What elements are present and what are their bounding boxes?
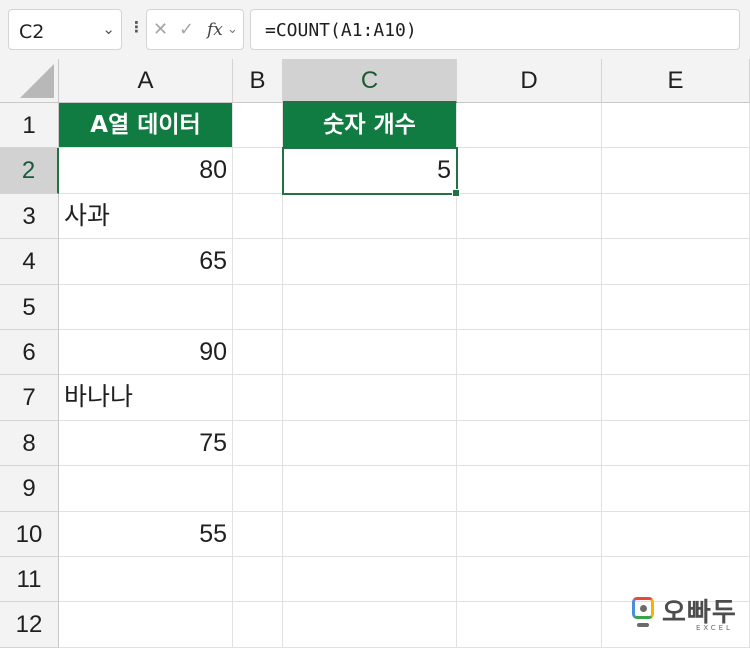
cell-d9[interactable] [457, 466, 602, 512]
select-all-triangle-icon [20, 64, 54, 98]
cell-c8[interactable] [283, 420, 457, 467]
row-header-11[interactable]: 11 [0, 557, 59, 603]
cell-d3[interactable] [457, 193, 602, 240]
row-header-2[interactable]: 2 [0, 148, 59, 194]
cell-c1[interactable]: 숫자 개수 [283, 103, 457, 149]
cell-a1[interactable]: A열 데이터 [59, 103, 233, 149]
cell-a4[interactable]: 65 [59, 239, 233, 285]
cell-b1[interactable] [233, 103, 283, 149]
cell-a10[interactable]: 55 [59, 511, 233, 557]
cell-c10[interactable] [283, 511, 457, 557]
logo-subtext: EXCEL [696, 624, 733, 632]
row-header-1[interactable]: 1 [0, 103, 59, 149]
cell-a11[interactable] [59, 557, 233, 603]
cell-e1[interactable] [602, 103, 750, 149]
oppadu-logo: 오빠두 EXCEL [632, 594, 737, 634]
cell-b8[interactable] [233, 420, 283, 467]
cell-e7[interactable] [602, 375, 750, 421]
cell-d2[interactable] [457, 148, 602, 194]
cell-c7[interactable] [283, 375, 457, 421]
cell-b6[interactable] [233, 330, 283, 376]
row-header-4[interactable]: 4 [0, 239, 59, 285]
cell-a8[interactable]: 75 [59, 420, 233, 467]
cell-e3[interactable] [602, 193, 750, 240]
confirm-icon[interactable]: ✓ [179, 19, 194, 40]
cell-d11[interactable] [457, 557, 602, 603]
cell-d1[interactable] [457, 103, 602, 149]
cell-a7[interactable]: 바나나 [59, 375, 233, 421]
formula-bar: C2 ⌄ ⋮ ✕ ✓ fx ⌄ =COUNT(A1:A10) [0, 0, 750, 59]
cell-c9[interactable] [283, 466, 457, 512]
worksheet-grid: A B C D E 1 A열 데이터 숫자 개수 2 80 5 3 사과 4 65 5 6 90 7 바나나 8 75 9 1… [0, 59, 750, 651]
row-header-3[interactable]: 3 [0, 193, 59, 240]
cell-b12[interactable] [233, 602, 283, 648]
formula-controls: ✕ ✓ fx ⌄ [146, 9, 244, 50]
row-header-10[interactable]: 10 [0, 511, 59, 557]
more-options-icon[interactable]: ⋮ [129, 18, 144, 36]
fill-handle[interactable] [452, 188, 460, 197]
cell-a9[interactable] [59, 466, 233, 512]
cell-a5[interactable] [59, 284, 233, 330]
cell-b10[interactable] [233, 511, 283, 557]
select-all-button[interactable] [0, 59, 59, 103]
cell-b9[interactable] [233, 466, 283, 512]
cell-a3[interactable]: 사과 [59, 193, 233, 240]
cell-e8[interactable] [602, 420, 750, 467]
cell-e4[interactable] [602, 239, 750, 285]
name-box[interactable]: C2 ⌄ [8, 9, 122, 50]
cell-a6[interactable]: 90 [59, 330, 233, 376]
insert-function-icon[interactable]: fx [207, 20, 223, 40]
row-header-9[interactable]: 9 [0, 466, 59, 512]
cell-d12[interactable] [457, 602, 602, 648]
cell-c4[interactable] [283, 239, 457, 285]
chevron-down-icon[interactable]: ⌄ [102, 20, 115, 38]
cell-d6[interactable] [457, 330, 602, 376]
cell-e10[interactable] [602, 511, 750, 557]
column-header-e[interactable]: E [602, 59, 750, 103]
logo-mark-icon [632, 597, 654, 619]
cell-c3[interactable] [283, 193, 457, 240]
cell-c6[interactable] [283, 330, 457, 376]
cell-e5[interactable] [602, 284, 750, 330]
cell-c11[interactable] [283, 557, 457, 603]
cell-d5[interactable] [457, 284, 602, 330]
formula-input[interactable]: =COUNT(A1:A10) [250, 9, 740, 50]
row-header-5[interactable]: 5 [0, 284, 59, 330]
cancel-icon[interactable]: ✕ [153, 19, 168, 40]
column-header-c[interactable]: C [283, 59, 457, 103]
row-header-12[interactable]: 12 [0, 602, 59, 648]
column-header-a[interactable]: A [59, 59, 233, 103]
cell-b4[interactable] [233, 239, 283, 285]
cell-d10[interactable] [457, 511, 602, 557]
column-header-b[interactable]: B [233, 59, 283, 103]
cell-a12[interactable] [59, 602, 233, 648]
cell-d4[interactable] [457, 239, 602, 285]
cell-b5[interactable] [233, 284, 283, 330]
cell-c2[interactable]: 5 [282, 147, 458, 195]
cell-b2[interactable] [233, 148, 283, 194]
name-box-value: C2 [19, 21, 45, 43]
cell-b3[interactable] [233, 193, 283, 240]
row-header-8[interactable]: 8 [0, 420, 59, 467]
row-header-6[interactable]: 6 [0, 330, 59, 376]
row-header-7[interactable]: 7 [0, 375, 59, 421]
cell-e6[interactable] [602, 330, 750, 376]
chevron-down-icon[interactable]: ⌄ [227, 22, 238, 37]
cell-b7[interactable] [233, 375, 283, 421]
cell-d7[interactable] [457, 375, 602, 421]
cell-c5[interactable] [283, 284, 457, 330]
cell-c12[interactable] [283, 602, 457, 648]
formula-text: =COUNT(A1:A10) [265, 20, 417, 41]
cell-d8[interactable] [457, 420, 602, 467]
cell-e2[interactable] [602, 148, 750, 194]
column-header-d[interactable]: D [457, 59, 602, 103]
cell-b11[interactable] [233, 557, 283, 603]
cell-e9[interactable] [602, 466, 750, 512]
cell-a2[interactable]: 80 [59, 148, 233, 194]
